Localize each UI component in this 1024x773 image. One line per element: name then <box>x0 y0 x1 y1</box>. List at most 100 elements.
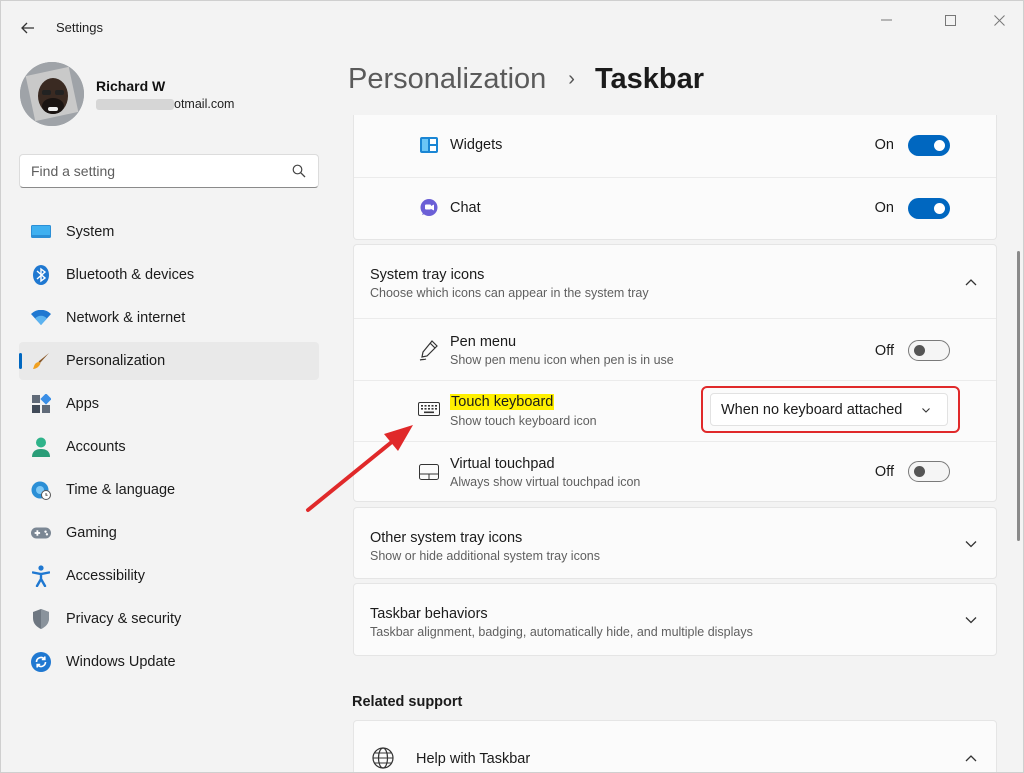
scrollbar[interactable] <box>1017 251 1020 541</box>
touch-keyboard-label: Touch keyboard <box>450 394 555 410</box>
pen-menu-row: Pen menu Show pen menu icon when pen is … <box>354 319 996 380</box>
pen-menu-toggle[interactable] <box>908 340 950 361</box>
system-icon <box>31 222 51 242</box>
help-with-taskbar-label: Help with Taskbar <box>416 751 531 767</box>
minimize-icon <box>880 19 892 21</box>
virtual-touchpad-toggle[interactable] <box>908 461 950 482</box>
system-tray-card: System tray icons Choose which icons can… <box>353 244 997 502</box>
chevron-down-icon[interactable] <box>964 613 978 627</box>
close-button[interactable] <box>977 9 1021 31</box>
back-arrow-icon <box>21 22 34 34</box>
app-title: Settings <box>56 20 103 35</box>
minimize-button[interactable] <box>864 9 908 31</box>
chevron-down-icon[interactable] <box>964 537 978 551</box>
back-button[interactable] <box>15 15 41 41</box>
chat-state: On <box>874 200 894 216</box>
maximize-icon <box>944 14 956 26</box>
sidebar-item-privacy-security[interactable]: Privacy & security <box>19 600 319 638</box>
title-bar: Settings <box>1 1 1023 53</box>
wifi-icon <box>31 308 51 328</box>
sidebar-item-label: Time & language <box>66 482 176 498</box>
touchpad-icon <box>418 461 440 483</box>
widgets-state: On <box>874 137 894 153</box>
chevron-up-icon[interactable] <box>964 751 978 765</box>
search-input[interactable] <box>20 155 270 187</box>
bluetooth-icon <box>31 265 51 285</box>
sidebar-item-network-internet[interactable]: Network & internet <box>19 299 319 337</box>
system-tray-title: System tray icons <box>370 267 485 283</box>
sidebar-item-system[interactable]: System <box>19 213 319 251</box>
sidebar-item-label: Windows Update <box>66 654 176 670</box>
annotation-highlight-box <box>701 386 960 433</box>
virtual-touchpad-row: Virtual touchpad Always show virtual tou… <box>354 442 996 503</box>
taskbar-behaviors-card[interactable]: Taskbar behaviors Taskbar alignment, bad… <box>353 583 997 656</box>
brush-icon <box>31 351 51 371</box>
widgets-icon <box>418 134 440 156</box>
pen-icon <box>418 339 440 361</box>
avatar[interactable] <box>20 62 84 126</box>
sidebar-nav: System Bluetooth & devices Network & int… <box>19 213 319 686</box>
accounts-icon <box>31 437 51 457</box>
apps-icon <box>31 394 51 414</box>
update-icon <box>31 652 51 672</box>
shield-icon <box>31 609 51 629</box>
breadcrumb-separator-icon: › <box>568 68 575 90</box>
taskbar-items-card: Widgets On Chat On <box>353 115 997 240</box>
breadcrumb-personalization[interactable]: Personalization <box>348 63 546 96</box>
sidebar-item-label: Personalization <box>66 353 166 369</box>
sidebar-item-label: Accounts <box>66 439 126 455</box>
sidebar-item-label: Network & internet <box>66 310 186 326</box>
help-card[interactable]: Help with Taskbar <box>353 720 997 772</box>
widgets-row: Widgets On <box>354 115 996 177</box>
close-icon <box>993 14 1005 26</box>
chat-row: Chat On <box>354 178 996 240</box>
touch-keyboard-desc: Show touch keyboard icon <box>450 414 597 428</box>
settings-window: Settings Richard W otmail.com Find a set… <box>0 0 1024 773</box>
maximize-button[interactable] <box>928 9 972 31</box>
widgets-label: Widgets <box>450 137 503 153</box>
chat-label: Chat <box>450 200 481 216</box>
sidebar-item-accounts[interactable]: Accounts <box>19 428 319 466</box>
keyboard-icon <box>418 398 440 420</box>
other-tray-row: Other system tray icons Show or hide add… <box>354 508 996 580</box>
redacted-email <box>96 98 174 110</box>
virtual-touchpad-desc: Always show virtual touchpad icon <box>450 475 641 489</box>
other-tray-card[interactable]: Other system tray icons Show or hide add… <box>353 507 997 579</box>
globe-icon <box>372 747 394 769</box>
other-tray-title: Other system tray icons <box>370 530 523 546</box>
virtual-touchpad-label: Virtual touchpad <box>450 456 555 472</box>
user-name: Richard W <box>96 78 166 94</box>
page-title: Personalization › Taskbar <box>348 63 704 96</box>
user-photo-icon <box>20 62 84 126</box>
chat-toggle[interactable] <box>908 198 950 219</box>
taskbar-behaviors-row: Taskbar behaviors Taskbar alignment, bad… <box>354 584 996 657</box>
sidebar-item-accessibility[interactable]: Accessibility <box>19 557 319 595</box>
sidebar-item-windows-update[interactable]: Windows Update <box>19 643 319 681</box>
sidebar-item-personalization[interactable]: Personalization <box>19 342 319 380</box>
globe-clock-icon <box>31 480 51 500</box>
widgets-toggle[interactable] <box>908 135 950 156</box>
sidebar-item-time-language[interactable]: Time & language <box>19 471 319 509</box>
search-icon[interactable] <box>292 164 306 178</box>
sidebar-item-label: Apps <box>66 396 100 412</box>
sidebar-item-label: Bluetooth & devices <box>66 267 195 283</box>
virtual-touchpad-state: Off <box>874 464 894 480</box>
pen-menu-desc: Show pen menu icon when pen is in use <box>450 353 674 367</box>
breadcrumb-taskbar: Taskbar <box>594 63 705 95</box>
user-email: otmail.com <box>96 97 234 111</box>
sidebar-item-apps[interactable]: Apps <box>19 385 319 423</box>
chevron-up-icon[interactable] <box>964 275 978 289</box>
other-tray-subtitle: Show or hide additional system tray icon… <box>370 549 600 563</box>
system-tray-header[interactable]: System tray icons Choose which icons can… <box>354 245 996 318</box>
sidebar-item-bluetooth-devices[interactable]: Bluetooth & devices <box>19 256 319 294</box>
sidebar-item-gaming[interactable]: Gaming <box>19 514 319 552</box>
pen-menu-label: Pen menu <box>450 334 517 350</box>
sidebar-item-label: System <box>66 224 115 240</box>
chat-icon <box>418 197 440 219</box>
sidebar-item-label: Accessibility <box>66 568 145 584</box>
taskbar-behaviors-title: Taskbar behaviors <box>370 606 488 622</box>
sidebar-item-label: Gaming <box>66 525 117 541</box>
taskbar-behaviors-subtitle: Taskbar alignment, badging, automaticall… <box>370 625 753 639</box>
pen-menu-state: Off <box>874 343 894 359</box>
search-box[interactable] <box>19 154 319 188</box>
